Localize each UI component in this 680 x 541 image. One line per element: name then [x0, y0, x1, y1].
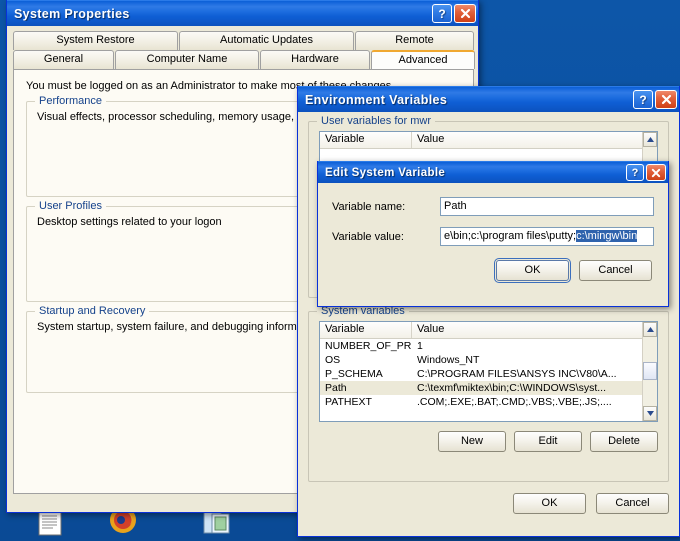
- scroll-up-icon[interactable]: [643, 132, 657, 147]
- row-variable: OS: [325, 354, 341, 366]
- column-header-value: Value: [412, 132, 657, 148]
- close-icon[interactable]: [655, 90, 677, 109]
- tab-remote[interactable]: Remote: [355, 31, 474, 50]
- tab-system-restore[interactable]: System Restore: [13, 31, 178, 50]
- variable-value-row: Variable value: e\bin;c:\program files\p…: [332, 227, 654, 246]
- tab-advanced[interactable]: Advanced: [371, 50, 475, 69]
- table-row[interactable]: PATHEXT .COM;.EXE;.BAT;.CMD;.VBS;.VBE;.J…: [320, 395, 657, 409]
- user-profiles-group-title: User Profiles: [35, 200, 106, 212]
- table-row-selected[interactable]: Path C:\texmf\miktex\bin;C:\WINDOWS\syst…: [320, 381, 657, 395]
- user-variables-header: Variable Value: [320, 132, 657, 149]
- edit-system-variable-titlebar[interactable]: Edit System Variable ?: [318, 161, 668, 183]
- row-variable: Path: [325, 382, 347, 394]
- edit-system-variable-footer: OK Cancel: [332, 258, 654, 283]
- table-row[interactable]: OS Windows_NT: [320, 353, 657, 367]
- row-variable: NUMBER_OF_PR...: [325, 340, 412, 352]
- variable-name-row: Variable name: Path: [332, 197, 654, 216]
- edit-system-variable-window-controls: ?: [626, 164, 666, 181]
- environment-variables-cancel-button[interactable]: Cancel: [596, 493, 669, 514]
- system-properties-titlebar[interactable]: System Properties ?: [7, 0, 478, 26]
- system-new-button[interactable]: New: [438, 431, 506, 452]
- variable-value-prefix: e\bin;c:\program files\putty;: [444, 230, 577, 242]
- scroll-up-icon[interactable]: [643, 322, 657, 337]
- variable-name-input[interactable]: Path: [440, 197, 654, 216]
- column-header-variable: Variable: [320, 132, 412, 148]
- table-row[interactable]: NUMBER_OF_PR... 1: [320, 339, 657, 353]
- user-variables-group-title: User variables for mwr: [317, 115, 436, 127]
- environment-variables-window-controls: ?: [633, 90, 677, 109]
- scrollbar-thumb[interactable]: [643, 362, 657, 380]
- tab-row-2: General Computer Name Hardware Advanced: [13, 50, 475, 69]
- system-variables-header: Variable Value: [320, 322, 657, 339]
- variable-value-selection: c:\mingw\bin: [576, 230, 638, 242]
- system-properties-title: System Properties: [14, 6, 130, 21]
- edit-system-variable-ok-button[interactable]: OK: [494, 258, 571, 283]
- close-icon[interactable]: [646, 164, 666, 181]
- edit-system-variable-cancel-button[interactable]: Cancel: [579, 260, 652, 281]
- system-delete-button[interactable]: Delete: [590, 431, 658, 452]
- column-header-variable: Variable: [320, 322, 412, 338]
- scroll-down-icon[interactable]: [643, 406, 657, 421]
- environment-variables-window: Environment Variables ? User variables f…: [297, 86, 680, 537]
- tab-computer-name[interactable]: Computer Name: [115, 50, 259, 69]
- system-variables-group: System variables Variable Value NUMBER_O…: [308, 305, 669, 482]
- edit-system-variable-window: Edit System Variable ? Variable name: Pa…: [317, 161, 669, 307]
- column-header-value: Value: [412, 322, 657, 338]
- environment-variables-footer: OK Cancel: [308, 493, 669, 514]
- tabstrip: System Restore Automatic Updates Remote …: [7, 26, 478, 69]
- environment-variables-titlebar[interactable]: Environment Variables ?: [298, 86, 679, 112]
- help-icon[interactable]: ?: [432, 4, 452, 23]
- performance-group-title: Performance: [35, 95, 106, 107]
- row-value: 1: [417, 340, 423, 352]
- variable-value-label: Variable value:: [332, 230, 404, 243]
- system-variables-scrollbar[interactable]: [642, 322, 657, 421]
- table-row[interactable]: P_SCHEMA C:\PROGRAM FILES\ANSYS INC\V80\…: [320, 367, 657, 381]
- row-value: C:\PROGRAM FILES\ANSYS INC\V80\A...: [417, 368, 617, 380]
- tab-general[interactable]: General: [13, 50, 114, 69]
- row-variable: PATHEXT: [325, 396, 372, 408]
- startup-recovery-group-title: Startup and Recovery: [35, 305, 150, 317]
- variable-name-label: Variable name:: [332, 200, 406, 213]
- system-variables-listbox[interactable]: Variable Value NUMBER_OF_PR... 1 OS Wind…: [319, 321, 658, 422]
- row-value: .COM;.EXE;.BAT;.CMD;.VBS;.VBE;.JS;....: [417, 396, 612, 408]
- row-value: C:\texmf\miktex\bin;C:\WINDOWS\syst...: [417, 382, 607, 394]
- system-edit-button[interactable]: Edit: [514, 431, 582, 452]
- system-variables-actions: New Edit Delete: [319, 431, 658, 452]
- tab-hardware[interactable]: Hardware: [260, 50, 370, 69]
- close-icon[interactable]: [454, 4, 476, 23]
- row-variable: P_SCHEMA: [325, 368, 383, 380]
- edit-system-variable-title: Edit System Variable: [325, 166, 446, 179]
- edit-system-variable-body: Variable name: Path Variable value: e\bi…: [318, 183, 668, 293]
- help-icon[interactable]: ?: [633, 90, 653, 109]
- tab-row-1: System Restore Automatic Updates Remote: [13, 31, 474, 50]
- variable-value-input[interactable]: e\bin;c:\program files\putty;c:\mingw\bi…: [440, 227, 654, 246]
- system-properties-window-controls: ?: [432, 4, 476, 23]
- help-icon[interactable]: ?: [626, 164, 644, 181]
- tab-automatic-updates[interactable]: Automatic Updates: [179, 31, 354, 50]
- environment-variables-ok-button[interactable]: OK: [513, 493, 586, 514]
- row-value: Windows_NT: [417, 354, 480, 366]
- environment-variables-title: Environment Variables: [305, 92, 448, 107]
